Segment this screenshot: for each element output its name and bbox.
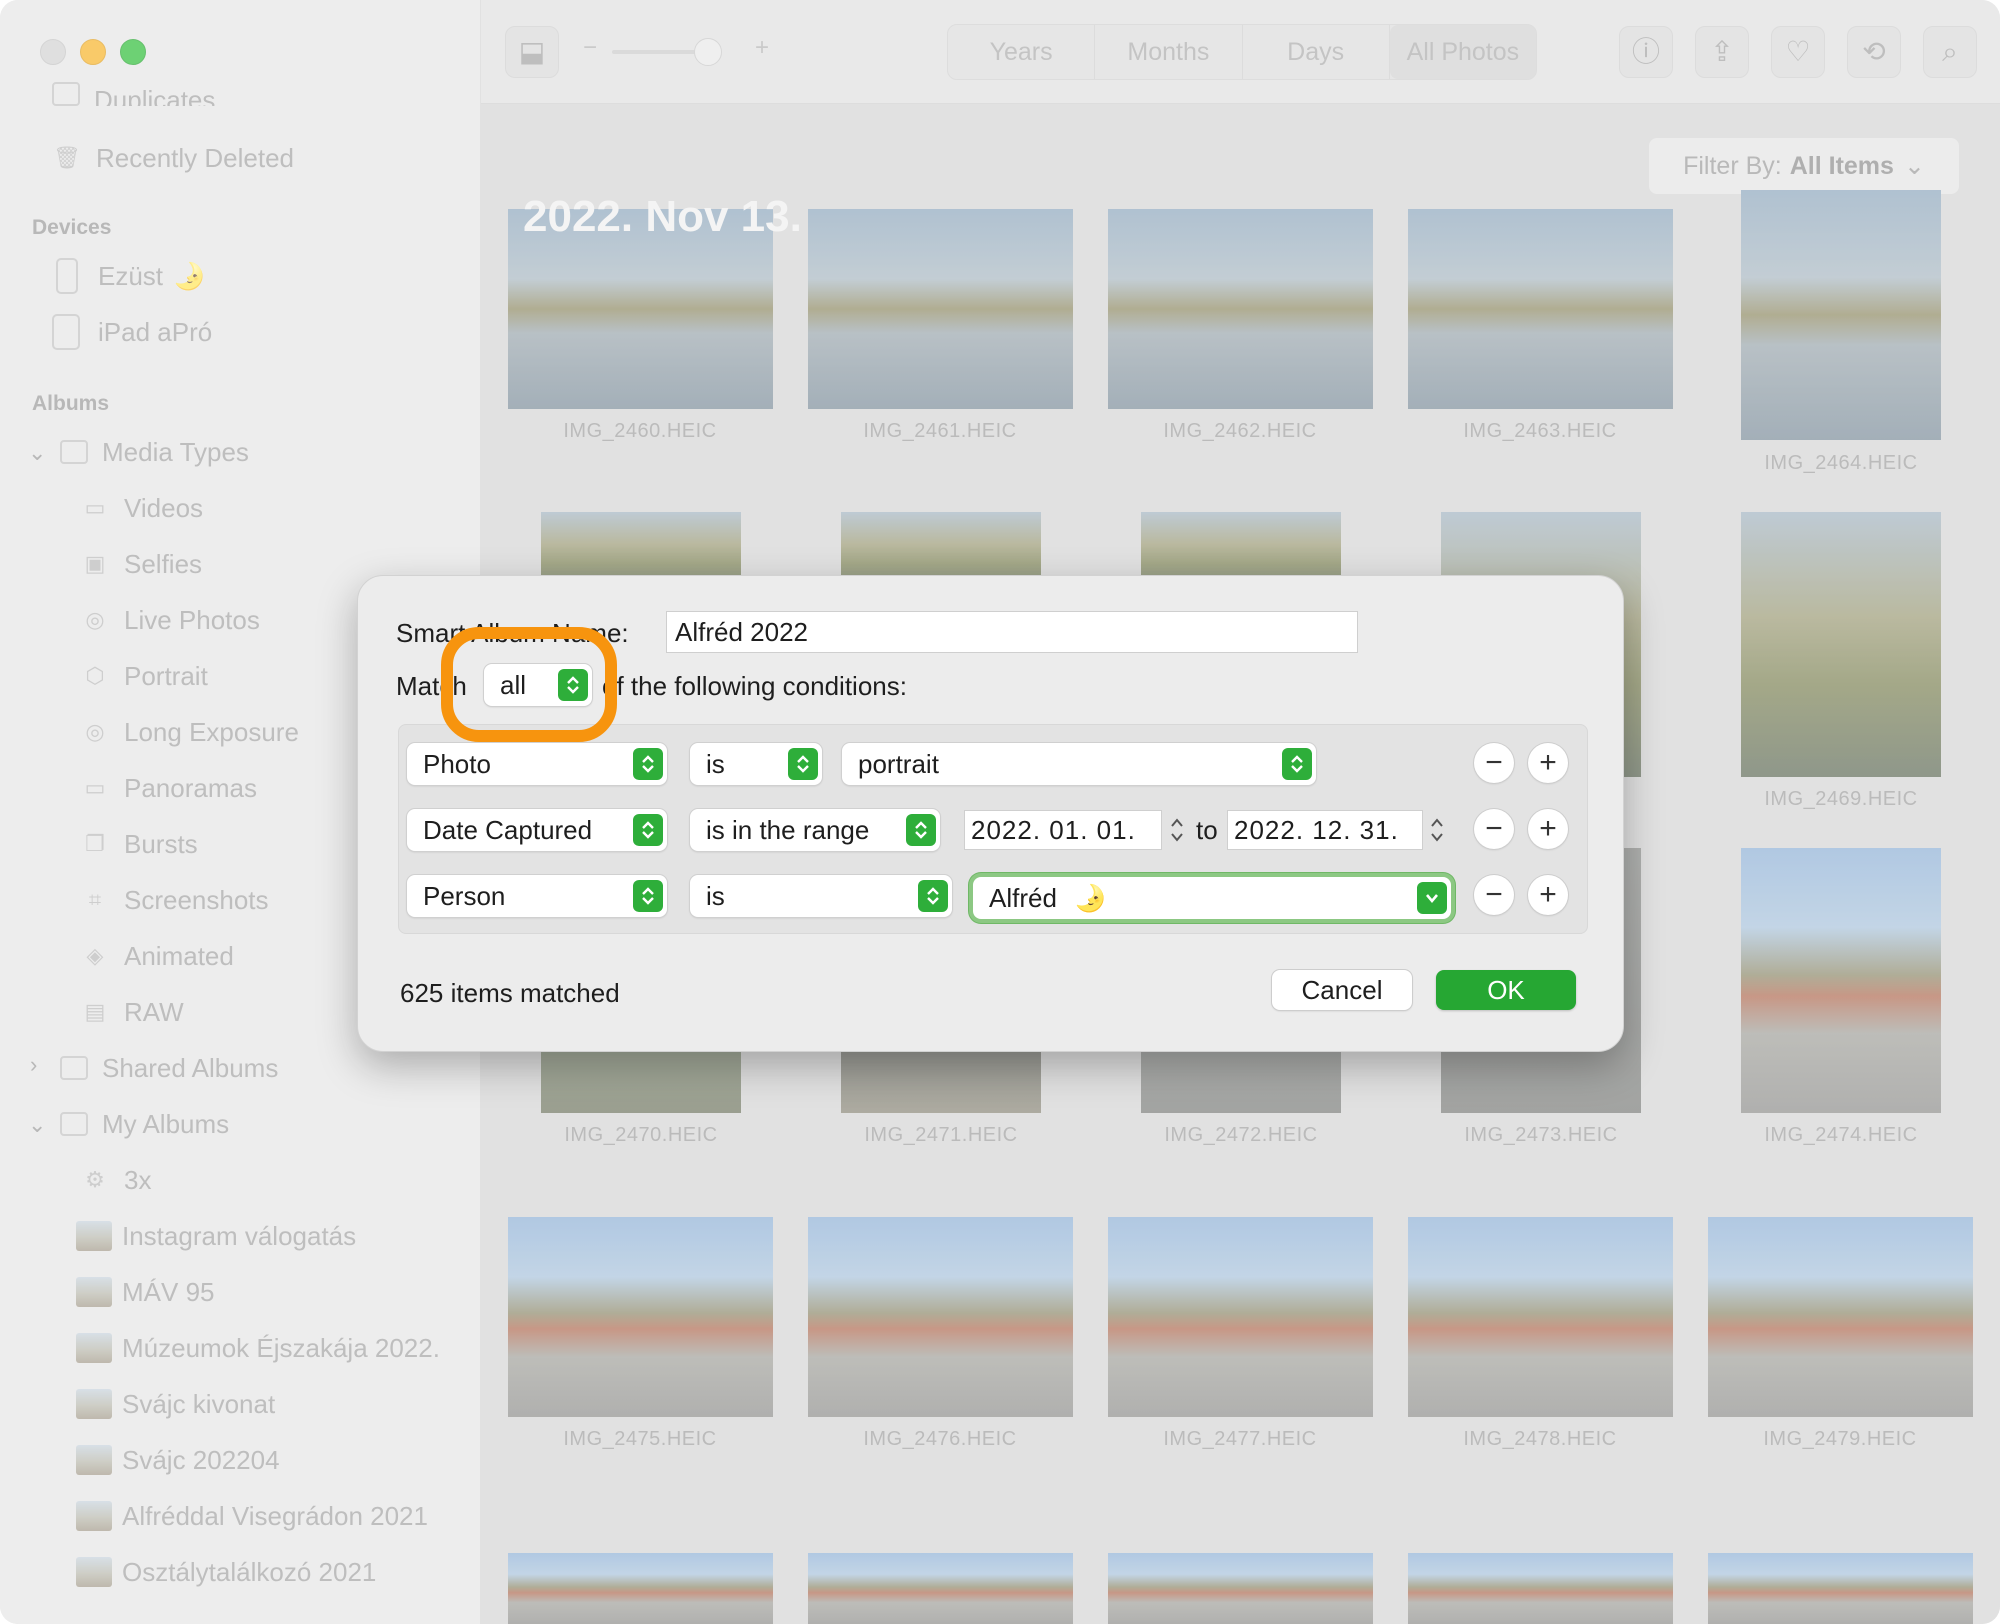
date-from-stepper[interactable]	[1168, 812, 1186, 848]
date-to-field[interactable]: 2022. 12. 31.	[1227, 810, 1423, 850]
remove-condition-button[interactable]: −	[1474, 743, 1514, 783]
annotation-highlight	[441, 627, 617, 742]
remove-condition-button[interactable]: −	[1474, 875, 1514, 915]
up-down-arrows-icon	[1282, 748, 1312, 780]
date-to-label: to	[1196, 815, 1218, 845]
up-down-arrows-icon	[633, 748, 663, 780]
up-down-arrows-icon	[906, 814, 936, 846]
condition-operator-select[interactable]: is in the range	[690, 809, 940, 851]
condition-field-select[interactable]: Photo	[407, 743, 667, 785]
condition-operator-select[interactable]: is	[690, 743, 822, 785]
add-condition-button[interactable]: +	[1528, 875, 1568, 915]
ok-button[interactable]: OK	[1436, 970, 1576, 1010]
up-down-arrows-icon	[633, 814, 663, 846]
matched-count: 625 items matched	[400, 978, 620, 1008]
up-down-arrows-icon	[918, 880, 948, 912]
date-to-stepper[interactable]	[1428, 812, 1446, 848]
condition-value-select[interactable]: portrait	[842, 743, 1316, 785]
conditions-list: Photo is portrait − + Date Captured is i…	[398, 724, 1588, 934]
album-name-field[interactable]: Alfréd 2022	[666, 611, 1358, 653]
condition-value: portrait	[858, 749, 939, 779]
condition-field-select[interactable]: Date Captured	[407, 809, 667, 851]
condition-field-value: Date Captured	[423, 815, 593, 845]
condition-operator-value: is	[706, 881, 725, 911]
person-value: Alfréd	[989, 883, 1057, 913]
add-condition-button[interactable]: +	[1528, 743, 1568, 783]
condition-operator-value: is in the range	[706, 815, 870, 845]
cancel-button[interactable]: Cancel	[1272, 970, 1412, 1010]
condition-operator-value: is	[706, 749, 725, 779]
condition-operator-select[interactable]: is	[690, 875, 952, 917]
person-select[interactable]: Alfréd 🌛	[973, 877, 1451, 919]
up-down-arrows-icon	[788, 748, 818, 780]
up-down-arrows-icon	[633, 880, 663, 912]
match-suffix: of the following conditions:	[602, 671, 907, 701]
chevron-down-icon	[1417, 882, 1447, 914]
add-condition-button[interactable]: +	[1528, 809, 1568, 849]
moon-emoji: 🌛	[1074, 883, 1107, 913]
condition-field-select[interactable]: Person	[407, 875, 667, 917]
remove-condition-button[interactable]: −	[1474, 809, 1514, 849]
condition-field-value: Photo	[423, 749, 491, 779]
photos-window: Duplicates 🗑 Recently Deleted Devices Ez…	[0, 0, 2000, 1624]
date-from-field[interactable]: 2022. 01. 01.	[964, 810, 1162, 850]
condition-field-value: Person	[423, 881, 506, 911]
